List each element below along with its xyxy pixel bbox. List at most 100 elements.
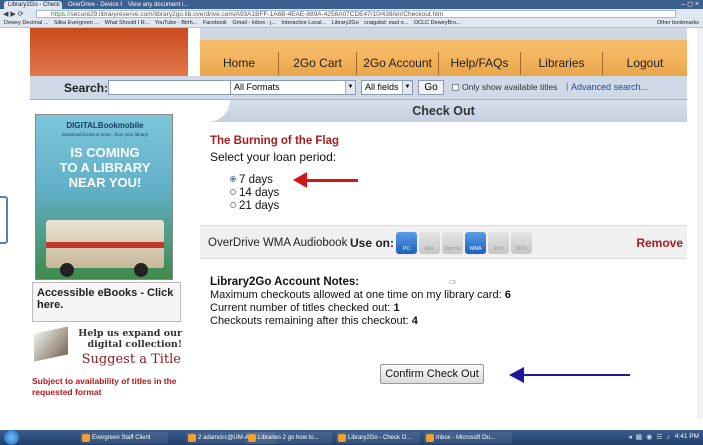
radio-selected-icon	[230, 176, 236, 182]
accessible-ebooks-link[interactable]: Accessible eBooks - Click here.	[32, 282, 181, 322]
device-mac-icon[interactable]: Mac	[419, 232, 440, 254]
checkbox-icon	[452, 84, 459, 91]
bus-stripe	[46, 242, 164, 248]
address-bar: ◀ ▶ ⟳ https://secure29.libraryreserve.co…	[0, 9, 703, 19]
chevron-down-icon: ▼	[402, 81, 412, 94]
blue-arrow	[523, 374, 630, 376]
browser-tab-bar: Library2Go - Check O... OverDrive - Devi…	[0, 0, 703, 9]
nav-2go-account[interactable]: 2Go Account	[356, 52, 438, 75]
blue-arrow-head-icon	[509, 367, 524, 383]
bookmark-item[interactable]: Gmail - Inbox - j...	[232, 20, 275, 26]
browser-tab[interactable]: Library2Go - Check O...	[4, 1, 62, 9]
confirm-checkout-button[interactable]: Confirm Check Out	[380, 364, 484, 384]
loan-period-label-14: 14 days	[239, 187, 280, 199]
help-expand-text: Help us expand our digital collection!	[78, 328, 182, 350]
bus-wheel	[60, 263, 74, 277]
format-row: OverDrive WMA Audiobook Use on: PC Mac B…	[200, 225, 687, 286]
browser-tab[interactable]: OverDrive - Device R...	[64, 1, 122, 9]
red-arrow	[306, 179, 358, 182]
nav-help-faqs[interactable]: Help/FAQs	[438, 52, 520, 75]
window-controls[interactable]: – ◻ ×	[681, 0, 699, 8]
bookmark-item[interactable]: craigslist: east o...	[364, 20, 408, 26]
device-mp3-icon[interactable]: MP3	[511, 232, 532, 254]
suggest-title-link[interactable]: Suggest a Title	[62, 352, 181, 367]
device-ipod-icon[interactable]: iPod	[488, 232, 509, 254]
search-bar: Search: All Formats ▼ All fields ▼ Go On…	[30, 76, 687, 100]
note-max-checkouts: Maximum checkouts allowed at one time on…	[210, 289, 511, 301]
other-bookmarks[interactable]: Other bookmarks	[657, 19, 699, 27]
promo-line1: IS COMING	[70, 145, 140, 160]
bus-wheel	[134, 263, 148, 277]
only-available-label: Only show available titles	[462, 82, 558, 92]
availability-note: Subject to availability of titles in the…	[32, 376, 177, 397]
vertical-scrollbar[interactable]	[697, 28, 703, 418]
advanced-search-link[interactable]: Advanced search...	[571, 82, 648, 92]
suggest-title-promo[interactable]: Help us expand our digital collection! S…	[32, 326, 182, 378]
bookmark-item[interactable]: What Should I R...	[105, 20, 150, 26]
device-burn-cd-icon[interactable]: Burn to CD	[442, 232, 463, 286]
browser-tab[interactable]: View any document i...	[124, 1, 188, 9]
note-current-value: 1	[393, 302, 400, 314]
device-wma-icon[interactable]: WMA	[465, 232, 486, 254]
use-on-label: Use on:	[350, 236, 395, 250]
bookmark-item[interactable]: YouTube - Birth...	[155, 20, 197, 26]
remove-link[interactable]: Remove	[636, 236, 683, 250]
bookmark-item[interactable]: Interactive Local...	[281, 20, 326, 26]
url-field[interactable]: https://secure29.libraryreserve.com/libr…	[36, 10, 676, 18]
digital-bookmobile-promo[interactable]: DIGITALBookmobile Download books & more.…	[35, 114, 173, 280]
windows-taskbar: Evergreen Staff Client 2 adamcirc@UM-AD.…	[0, 430, 703, 445]
promo-line3: NEAR YOU!	[68, 175, 142, 190]
loan-period-7-days[interactable]: 7 days	[230, 174, 273, 186]
loan-period-label-7: 7 days	[239, 174, 273, 186]
bookmark-item[interactable]: Dewey Decimal ...	[4, 20, 48, 26]
system-tray-icons[interactable]: ◂ ▦ ◉ ☰ ♪	[628, 433, 671, 441]
loan-period-label-21: 21 days	[239, 200, 280, 212]
taskbar-item[interactable]: Inbox - Microsoft Ou...	[424, 432, 512, 444]
device-pc-icon[interactable]: PC	[396, 232, 417, 254]
promo-tag: Download books & more...from your librar…	[61, 132, 149, 137]
nav-decor-strip	[200, 28, 687, 40]
back-forward-icon[interactable]: ◀ ▶ ⟳	[3, 10, 24, 18]
bookmark-item[interactable]: OCLC DeweyBro...	[414, 20, 461, 26]
note-current-checkouts: Current number of titles checked out: 1	[210, 302, 400, 314]
format-select[interactable]: All Formats ▼	[230, 80, 356, 95]
loan-period-21-days[interactable]: 21 days	[230, 200, 279, 212]
note-remaining-checkouts: Checkouts remaining after this checkout:…	[210, 315, 418, 327]
checkout-panel: Check Out The Burning of the Flag Select…	[200, 100, 687, 418]
promo-line2: TO A LIBRARY	[59, 160, 151, 175]
promo-brand: DIGITALBookmobile	[66, 121, 144, 130]
red-arrow-head-icon	[293, 172, 307, 188]
field-select-value: All fields	[365, 82, 399, 92]
format-name: OverDrive WMA Audiobook	[208, 237, 348, 249]
taskbar-item[interactable]: Evergreen Staff Client	[80, 432, 168, 444]
taskbar-clock: 4:41 PM	[674, 433, 699, 440]
go-button[interactable]: Go	[418, 80, 444, 95]
nav-home[interactable]: Home	[200, 52, 278, 75]
bookmark-item[interactable]: Sitka Evergreen ...	[54, 20, 99, 26]
left-edge-bracket	[0, 196, 8, 244]
start-button-icon[interactable]	[4, 430, 19, 445]
bookmarks-bar: Dewey Decimal ... Sitka Evergreen ... Wh…	[0, 19, 703, 28]
taskbar-item[interactable]: Library2Go - Check O...	[336, 432, 420, 444]
nav-logout[interactable]: Logout	[602, 52, 687, 75]
url-domain: secure29.libraryreserve.com	[70, 11, 153, 18]
taskbar-item[interactable]: Libraries 2 go how to...	[246, 432, 332, 444]
loan-period-14-days[interactable]: 14 days	[230, 187, 279, 199]
loan-period-label: Select your loan period:	[210, 150, 337, 164]
only-available-checkbox[interactable]: Only show available titles	[452, 82, 557, 92]
nav-libraries[interactable]: Libraries	[520, 52, 602, 75]
field-select[interactable]: All fields ▼	[361, 80, 413, 95]
note-remaining-label: Checkouts remaining after this checkout:	[210, 315, 409, 327]
sidebar: DIGITALBookmobile Download books & more.…	[30, 100, 188, 418]
url-protocol: https://	[51, 11, 71, 18]
url-path: /library2go.lib.overdrive.com/A93A1BFF-1…	[152, 11, 444, 18]
note-current-label: Current number of titles checked out:	[210, 302, 391, 314]
radio-icon	[230, 189, 236, 195]
search-label: Search:	[64, 81, 109, 95]
nav-2go-cart[interactable]: 2Go Cart	[278, 52, 356, 75]
note-remaining-value: 4	[411, 315, 418, 327]
bookmark-item[interactable]: Library2Go	[332, 20, 359, 26]
chevron-down-icon: ▼	[345, 81, 355, 94]
bookmark-item[interactable]: Facebook	[203, 20, 227, 26]
book-title[interactable]: The Burning of the Flag	[210, 135, 339, 147]
